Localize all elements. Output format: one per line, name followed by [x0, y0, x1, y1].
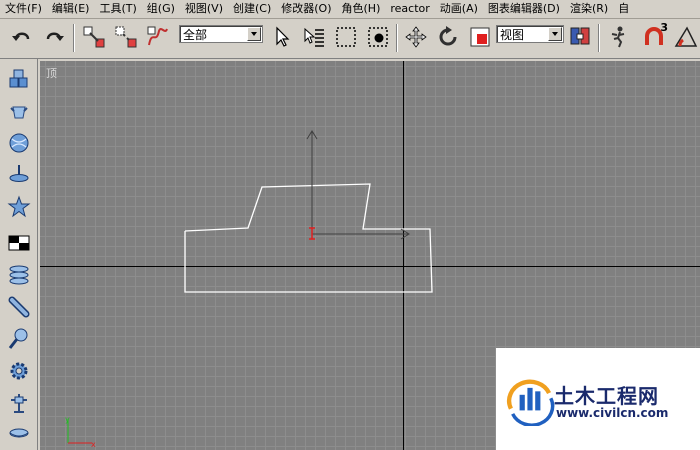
menu-customize[interactable]: 自 [613, 0, 634, 18]
svg-text:x: x [91, 440, 96, 449]
create-plane-button[interactable] [5, 229, 33, 257]
redo-icon [46, 32, 64, 41]
select-and-link-button[interactable] [80, 23, 108, 51]
reference-coordinate-dropdown[interactable]: 视图 [496, 25, 564, 43]
rotate-icon [439, 26, 457, 46]
menu-graph-editors[interactable]: 图表编辑器(D) [483, 0, 565, 18]
hose-icon [9, 428, 29, 438]
space-warp-icon [147, 26, 168, 46]
menu-file[interactable]: 文件(F) [0, 0, 47, 18]
star-icon [7, 195, 31, 218]
select-and-move-button[interactable] [402, 23, 430, 51]
sphere-icon [9, 133, 29, 153]
create-sphere-button[interactable] [5, 129, 33, 157]
create-star-button[interactable] [5, 193, 33, 221]
watermark-logo: 土木工程网 www.civilcn.com [496, 348, 700, 450]
gear-icon [10, 362, 28, 380]
snaps-toggle-button[interactable]: 3 [640, 21, 668, 51]
create-cone-button[interactable] [5, 161, 33, 189]
main-toolbar: 全部 视图 3 [0, 19, 700, 59]
menu-character[interactable]: 角色(H) [337, 0, 386, 18]
create-box-button[interactable] [5, 65, 33, 93]
select-and-manipulate-button[interactable] [604, 23, 632, 51]
svg-text:y: y [65, 415, 70, 424]
bind-space-warp-button[interactable] [144, 23, 172, 51]
select-and-rotate-button[interactable] [434, 23, 462, 51]
create-torus-button[interactable] [5, 261, 33, 289]
create-spindle-button[interactable] [5, 325, 33, 353]
create-gear-button[interactable] [5, 357, 33, 385]
select-object-button[interactable] [268, 23, 296, 51]
selection-filter-value: 全部 [183, 28, 208, 42]
select-and-scale-button[interactable] [466, 23, 494, 51]
select-by-name-button[interactable] [300, 23, 328, 51]
unlink-icon [115, 26, 137, 48]
menu-tools[interactable]: 工具(T) [94, 0, 141, 18]
cursor-arrow-icon [276, 26, 290, 47]
rectangular-selection-button[interactable] [332, 23, 360, 51]
torus-stack-icon [9, 265, 29, 285]
window-crossing-button[interactable] [364, 23, 392, 51]
create-capsule-button[interactable] [5, 293, 33, 321]
spindle-icon [8, 328, 28, 349]
watermark-title: 土木工程网 [554, 384, 659, 408]
link-icon [83, 26, 105, 48]
menu-group[interactable]: 组(G) [142, 0, 180, 18]
angle-snap-button[interactable] [672, 23, 700, 51]
window-crossing-icon [368, 27, 388, 47]
undo-icon [12, 32, 30, 41]
pivot-center-button[interactable] [566, 23, 594, 51]
watermark-url: www.civilcn.com [556, 406, 669, 420]
spline-shape[interactable] [184, 183, 433, 293]
civilcn-logo-icon [507, 379, 555, 426]
create-helper-button[interactable] [5, 389, 33, 417]
create-hose-button[interactable] [5, 419, 33, 447]
rectangle-selection-icon [336, 27, 356, 47]
redo-button[interactable] [40, 23, 68, 51]
snap-dimension-label: 3 [660, 21, 668, 34]
menu-views[interactable]: 视图(V) [180, 0, 228, 18]
menu-bar: 文件(F) 编辑(E) 工具(T) 组(G) 视图(V) 创建(C) 修改器(O) 角色(H)… [0, 0, 700, 19]
angle-snap-icon [674, 26, 698, 47]
select-by-name-icon [304, 27, 324, 47]
move-icon [405, 26, 427, 48]
undo-button[interactable] [8, 23, 36, 51]
scale-icon [470, 27, 490, 47]
pivot-center-icon [570, 27, 590, 45]
capsule-icon [8, 296, 30, 318]
teapot-icon [10, 106, 28, 119]
cone-icon [9, 165, 29, 182]
manipulate-icon [611, 26, 625, 48]
create-teapot-button[interactable] [5, 97, 33, 125]
checker-plane-icon [8, 235, 30, 251]
chevron-down-icon[interactable] [548, 27, 562, 41]
selection-filter-dropdown[interactable]: 全部 [179, 25, 263, 43]
menu-animation[interactable]: 动画(A) [435, 0, 483, 18]
chevron-down-icon[interactable] [247, 27, 261, 41]
menu-create[interactable]: 创建(C) [228, 0, 276, 18]
helper-stand-icon [11, 394, 27, 413]
reference-coordinate-value: 视图 [500, 28, 525, 42]
boxes-icon [9, 69, 28, 88]
menu-edit[interactable]: 编辑(E) [47, 0, 95, 18]
unlink-selection-button[interactable] [112, 23, 140, 51]
menu-rendering[interactable]: 渲染(R) [565, 0, 613, 18]
left-toolbar [0, 59, 38, 450]
menu-modifiers[interactable]: 修改器(O) [276, 0, 336, 18]
menu-reactor[interactable]: reactor [385, 0, 434, 18]
axis-tripod-icon: y x [65, 415, 96, 449]
